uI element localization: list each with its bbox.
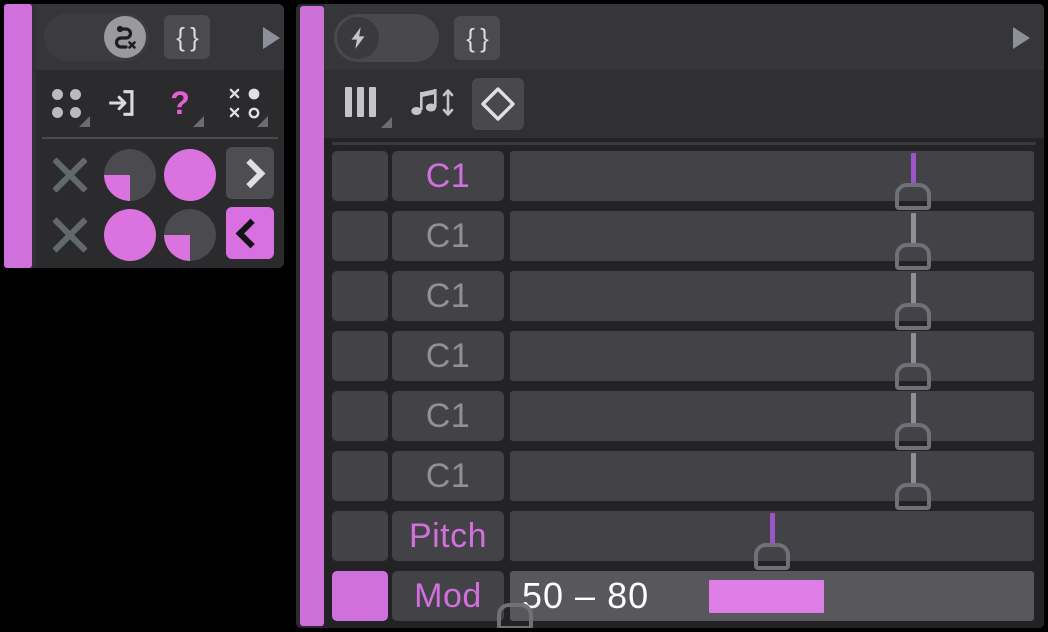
four-dots-icon[interactable]: [38, 75, 94, 131]
pie-100-glyph: [104, 209, 156, 261]
menu-corner-icon: [79, 116, 90, 127]
menu-corner-icon: [257, 116, 268, 127]
rows-top-divider: [332, 142, 1036, 145]
row-enable-switch[interactable]: [332, 331, 388, 381]
handle-stem: [911, 273, 917, 307]
row-track[interactable]: [510, 511, 1034, 570]
row-label[interactable]: C1: [392, 331, 504, 381]
row-enable-switch[interactable]: [332, 211, 388, 261]
login-arrow-icon[interactable]: [94, 75, 150, 131]
left-panel-header: { }: [36, 4, 284, 70]
divider: [42, 137, 278, 139]
braces-button[interactable]: { }: [164, 15, 210, 59]
row-track[interactable]: [510, 151, 1034, 210]
pie-chart-icon[interactable]: [162, 147, 218, 203]
chevron-left-icon: [235, 218, 265, 248]
right-panel-accent-stripe: [300, 6, 324, 626]
handle-stem: [770, 513, 775, 547]
diamond-chevrons-icon[interactable]: [472, 78, 524, 130]
pie-chart-icon[interactable]: [102, 147, 158, 203]
left-tool-row: ?: [36, 70, 284, 136]
trigger-toggle[interactable]: [334, 14, 439, 62]
track-row: C1: [324, 146, 1044, 210]
row-track[interactable]: 50 – 80: [497, 571, 1034, 628]
row-track[interactable]: [510, 211, 1034, 270]
x-o-grid-icon[interactable]: [216, 75, 272, 131]
row-label[interactable]: C1: [392, 271, 504, 321]
row-track[interactable]: [510, 451, 1034, 510]
right-tool-row: [324, 70, 1044, 138]
row-enable-switch[interactable]: [332, 451, 388, 501]
left-panel: { } ?: [4, 4, 284, 268]
row-enable-switch[interactable]: [332, 151, 388, 201]
handle-stem: [911, 333, 917, 367]
row-enable-switch[interactable]: [332, 511, 388, 561]
row-label[interactable]: C1: [392, 391, 504, 441]
row-label[interactable]: Mod: [392, 571, 504, 621]
handle-stem: [911, 393, 917, 427]
x-clear-icon[interactable]: [42, 207, 98, 263]
right-panel-header: { }: [324, 4, 1044, 70]
row-label[interactable]: C1: [392, 151, 504, 201]
pie-chart-icon[interactable]: [162, 207, 218, 263]
pie-100-glyph: [164, 149, 216, 201]
row-enable-switch[interactable]: [332, 571, 388, 621]
row-value-text: 50 – 80: [522, 575, 650, 616]
route-bypass-toggle[interactable]: [44, 13, 149, 61]
handle-stem: [911, 453, 917, 487]
route-x-icon: [104, 16, 146, 58]
row-enable-switch[interactable]: [332, 271, 388, 321]
row-track[interactable]: [510, 331, 1034, 390]
braces-button[interactable]: { }: [454, 16, 500, 60]
row-label[interactable]: Pitch: [392, 511, 504, 561]
play-triangle-icon[interactable]: [1013, 27, 1030, 49]
track-row: C1: [324, 266, 1044, 330]
handle-stem: [911, 153, 917, 187]
track-row: Pitch: [324, 506, 1044, 570]
track-row: C1: [324, 326, 1044, 390]
prob-row-2: [36, 203, 284, 263]
track-row: C1: [324, 206, 1044, 270]
note-updown-icon[interactable]: [402, 80, 464, 128]
row-label[interactable]: C1: [392, 451, 504, 501]
play-triangle-icon[interactable]: [263, 27, 280, 49]
track-row: Mod 50 – 80: [324, 566, 1044, 628]
left-panel-accent-stripe: [4, 4, 32, 268]
row-label[interactable]: C1: [392, 211, 504, 261]
chevron-right-icon: [235, 158, 265, 188]
pie-25-glyph: [104, 149, 156, 201]
right-panel: { } C1 C1 C1 C1 C1 C1 Pitch Mod 50 – 80: [296, 4, 1044, 628]
track-row: C1: [324, 446, 1044, 510]
pie-chart-icon[interactable]: [102, 207, 158, 263]
row-track[interactable]: [510, 271, 1034, 330]
question-mark-icon[interactable]: ?: [152, 75, 208, 131]
chevron-right-button[interactable]: [226, 147, 274, 199]
piano-keys-icon[interactable]: [332, 80, 394, 128]
left-panel-body: ?: [36, 70, 284, 268]
x-clear-icon[interactable]: [42, 147, 98, 203]
menu-corner-icon: [381, 117, 392, 128]
row-range-bar[interactable]: [709, 580, 825, 613]
track-row: C1: [324, 386, 1044, 450]
chevron-left-button[interactable]: [226, 207, 274, 259]
track-rows: C1 C1 C1 C1 C1 C1 Pitch Mod 50 – 80: [324, 138, 1044, 628]
row-track[interactable]: [510, 391, 1034, 450]
handle-stem: [911, 213, 917, 247]
lightning-bolt-icon: [337, 17, 379, 59]
row-enable-switch[interactable]: [332, 391, 388, 441]
pie-25-glyph: [164, 209, 216, 261]
prob-row-1: [36, 143, 284, 203]
menu-corner-icon: [193, 116, 204, 127]
